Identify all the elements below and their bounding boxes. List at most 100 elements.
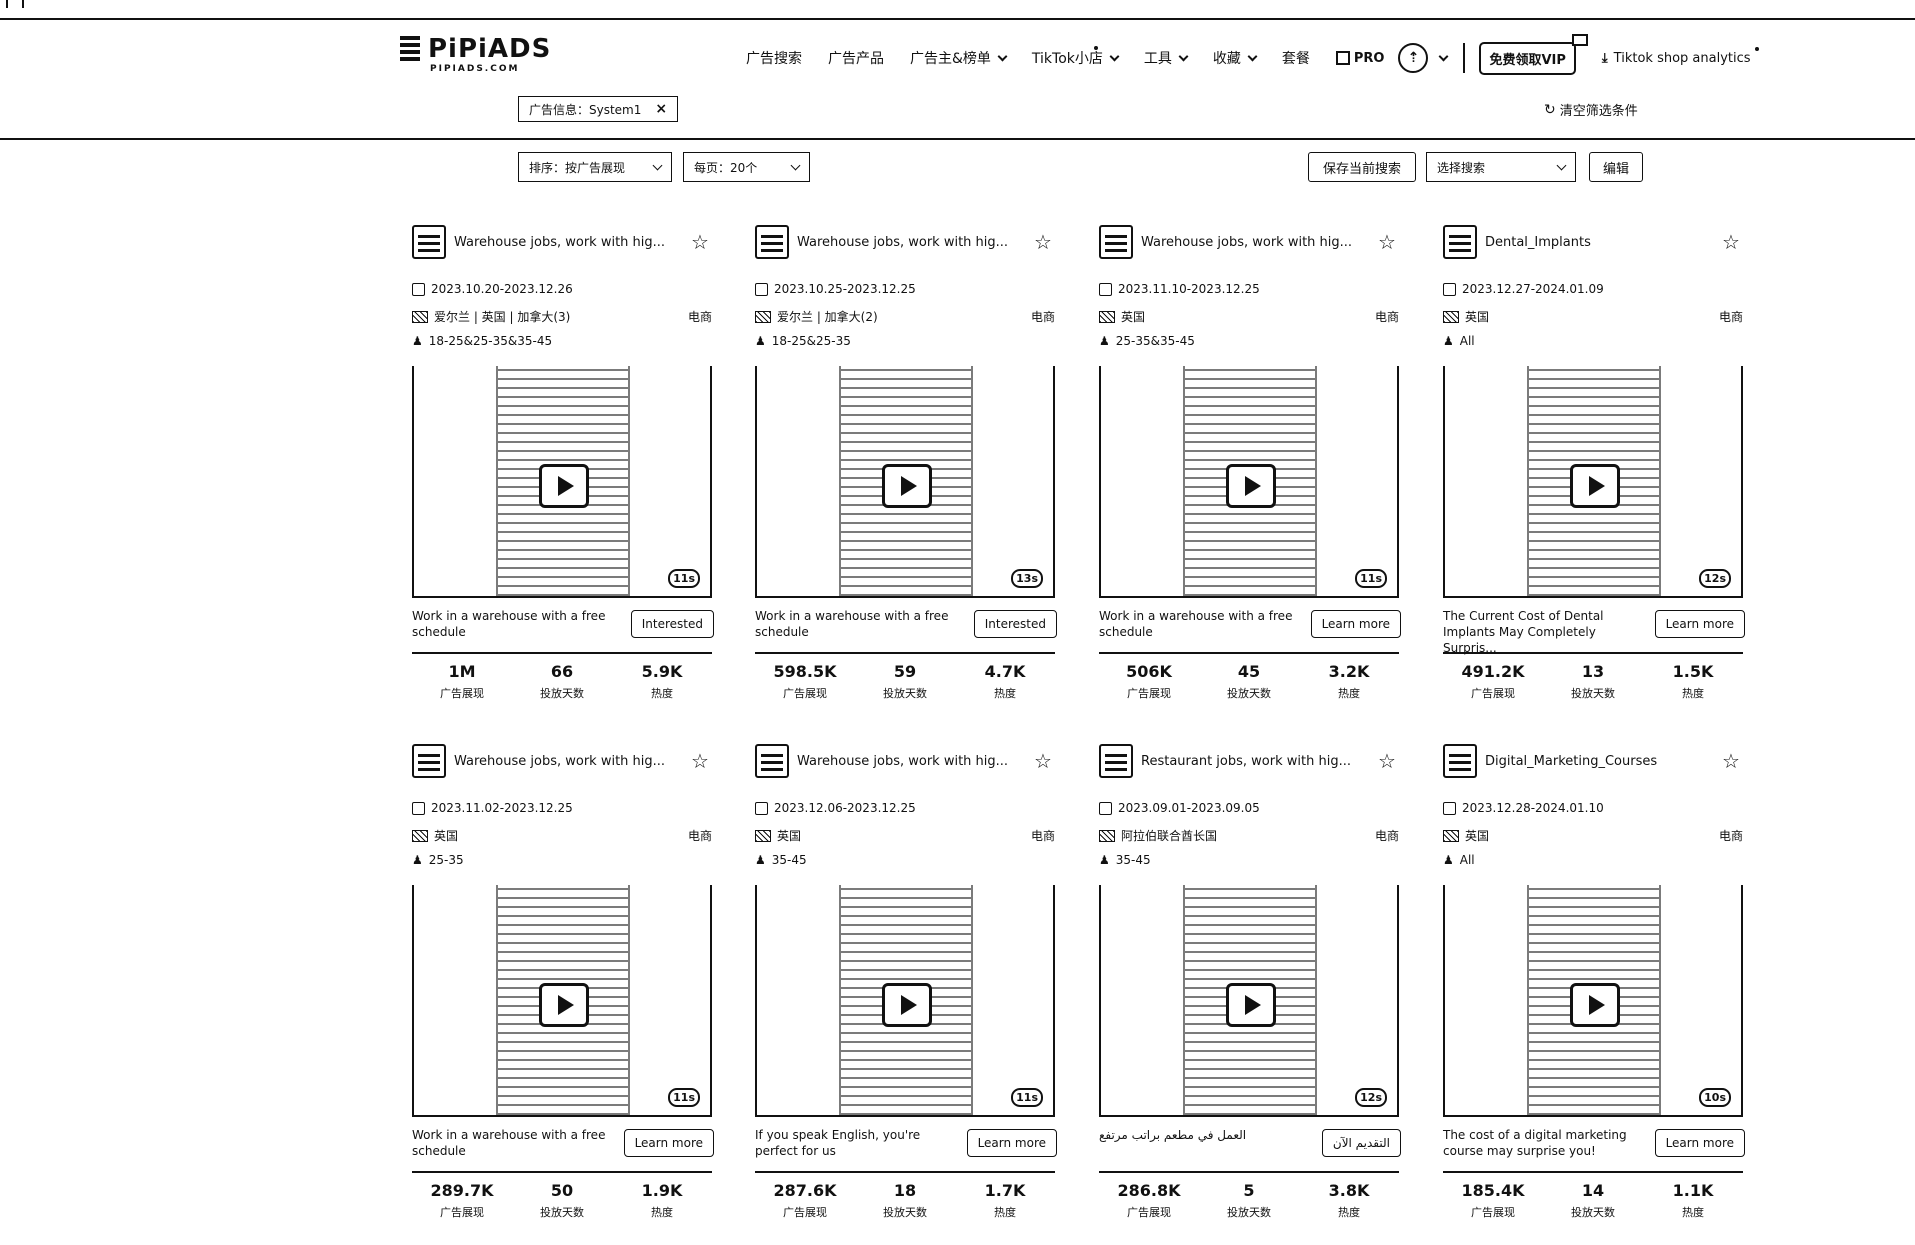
age-range: All — [1459, 334, 1475, 348]
ad-card[interactable]: Dental_Implants ☆ 2023.12.27-2024.01.09 英国 电… — [1443, 222, 1745, 722]
star-icon[interactable]: ☆ — [1375, 230, 1399, 254]
advertiser-avatar[interactable] — [1443, 744, 1477, 778]
tiktok-shop-analytics-link[interactable]: ⤓ Tiktok shop analytics — [1602, 46, 1759, 66]
play-icon[interactable] — [539, 464, 589, 508]
stat-value: 5 — [1243, 1181, 1255, 1200]
cta-button[interactable]: Learn more — [1654, 1129, 1745, 1157]
clear-filters-button[interactable]: ↻ 清空筛选条件 — [1544, 100, 1638, 120]
cta-button[interactable]: Learn more — [1654, 610, 1745, 638]
advertiser-avatar[interactable] — [755, 225, 789, 259]
star-icon[interactable]: ☆ — [1719, 749, 1743, 773]
edit-button[interactable]: 编辑 — [1589, 152, 1643, 182]
star-icon[interactable]: ☆ — [1031, 749, 1055, 773]
chevron-down-icon[interactable] — [1439, 51, 1449, 61]
nav-favorites[interactable]: 收藏 — [1213, 48, 1258, 68]
ad-title[interactable]: Dental_Implants — [1485, 235, 1719, 250]
advertiser-avatar[interactable] — [412, 225, 446, 259]
cta-button[interactable]: Learn more — [966, 1129, 1057, 1157]
ad-card[interactable]: Warehouse jobs, work with hig... ☆ 2023.10… — [755, 222, 1057, 722]
date-row: 2023.11.10-2023.12.25 — [1099, 282, 1399, 296]
flag-icon — [412, 829, 428, 842]
nav-advertisers[interactable]: 广告主&榜单 — [910, 48, 1008, 68]
cta-button[interactable]: Learn more — [1310, 610, 1401, 638]
per-page-select[interactable]: 每页：20个 — [683, 152, 810, 182]
cta-button[interactable]: Interested — [630, 610, 714, 638]
pro-link[interactable]: PRO — [1335, 51, 1384, 66]
ad-card[interactable]: Warehouse jobs, work with hig... ☆ 2023.11… — [1099, 222, 1401, 722]
advertiser-avatar[interactable] — [1443, 225, 1477, 259]
avatar[interactable]: ⇡ — [1398, 43, 1429, 73]
date-row: 2023.12.06-2023.12.25 — [755, 801, 1055, 815]
advertiser-avatar[interactable] — [1099, 744, 1133, 778]
star-icon[interactable]: ☆ — [1375, 749, 1399, 773]
nav-tiktok-shop[interactable]: TikTok小店 — [1032, 46, 1120, 68]
ad-title[interactable]: Warehouse jobs, work with hig... — [1141, 235, 1375, 250]
ad-title[interactable]: Warehouse jobs, work with hig... — [797, 754, 1031, 769]
cta-button[interactable]: Interested — [973, 610, 1057, 638]
ad-caption: The Current Cost of Dental Implants May … — [1443, 609, 1604, 655]
cta-button[interactable]: التقديم الآن — [1321, 1129, 1401, 1157]
stat-label: 投放天数 — [883, 1206, 927, 1219]
play-icon[interactable] — [1226, 983, 1276, 1027]
divider — [755, 652, 1055, 654]
sort-select[interactable]: 排序：按广告展现 — [518, 152, 672, 182]
age-range: 35-45 — [771, 853, 807, 867]
star-icon[interactable]: ☆ — [688, 749, 712, 773]
region: 英国 — [777, 829, 802, 843]
ad-title[interactable]: Warehouse jobs, work with hig... — [454, 235, 688, 250]
chevron-down-icon — [652, 160, 663, 170]
region: 英国 — [1465, 829, 1490, 843]
ad-title[interactable]: Warehouse jobs, work with hig... — [454, 754, 688, 769]
save-search-button[interactable]: 保存当前搜索 — [1308, 152, 1416, 182]
star-icon[interactable]: ☆ — [688, 230, 712, 254]
choose-search-select[interactable]: 选择搜索 — [1426, 152, 1576, 182]
play-icon[interactable] — [1570, 983, 1620, 1027]
nav-label: 广告搜索 — [746, 51, 802, 67]
free-vip-button[interactable]: 免费领取VIP — [1479, 33, 1588, 75]
video-preview[interactable]: 11s — [412, 885, 712, 1117]
advertiser-avatar[interactable] — [1099, 225, 1133, 259]
nav-ad-products[interactable]: 广告产品 — [828, 48, 884, 68]
nav-plans[interactable]: 套餐 — [1282, 48, 1310, 68]
ad-card[interactable]: Digital_Marketing_Courses ☆ 2023.12.28-202… — [1443, 741, 1745, 1241]
video-preview[interactable]: 10s — [1443, 885, 1743, 1117]
stat-heat: 1.5K 热度 — [1643, 662, 1743, 701]
stats-row: 287.6K 广告展现 18 投放天数 1.7K 热度 — [755, 1181, 1055, 1220]
main-nav: 广告搜索 广告产品 广告主&榜单 TikTok小店 工具 收藏 套餐 PRO ⇡… — [746, 33, 1759, 78]
video-preview[interactable]: 11s — [755, 885, 1055, 1117]
play-icon[interactable] — [1226, 464, 1276, 508]
ad-card[interactable]: Warehouse jobs, work with hig... ☆ 2023.11… — [412, 741, 714, 1241]
advertiser-avatar[interactable] — [755, 744, 789, 778]
cta-button[interactable]: Learn more — [623, 1129, 714, 1157]
play-icon[interactable] — [1570, 464, 1620, 508]
stat-impressions: 491.2K 广告展现 — [1443, 662, 1543, 701]
stat-label: 广告展现 — [1127, 687, 1171, 700]
play-icon[interactable] — [882, 464, 932, 508]
close-icon[interactable]: × — [655, 101, 667, 117]
region-row: 英国 电商 — [1443, 827, 1743, 844]
video-preview[interactable]: 12s — [1099, 885, 1399, 1117]
play-icon[interactable] — [882, 983, 932, 1027]
video-preview[interactable]: 11s — [412, 366, 712, 598]
nav-tools[interactable]: 工具 — [1144, 48, 1189, 68]
ad-title[interactable]: Warehouse jobs, work with hig... — [797, 235, 1031, 250]
video-preview[interactable]: 12s — [1443, 366, 1743, 598]
divider — [755, 1171, 1055, 1173]
video-preview[interactable]: 11s — [1099, 366, 1399, 598]
pipiads-logo[interactable]: PiPiADS PIPIADS.COM — [400, 34, 550, 76]
age-range: 18-25&25-35&35-45 — [428, 334, 553, 348]
video-preview[interactable]: 13s — [755, 366, 1055, 598]
ad-card[interactable]: Warehouse jobs, work with hig... ☆ 2023.10… — [412, 222, 714, 722]
audience-row: ♟ 35-45 — [755, 853, 1055, 867]
ad-card[interactable]: Restaurant jobs, work with hig... ☆ 2023.0… — [1099, 741, 1401, 1241]
star-icon[interactable]: ☆ — [1719, 230, 1743, 254]
star-icon[interactable]: ☆ — [1031, 230, 1055, 254]
ad-title[interactable]: Digital_Marketing_Courses — [1485, 754, 1719, 769]
nav-ad-search[interactable]: 广告搜索 — [746, 48, 802, 68]
ad-card[interactable]: Warehouse jobs, work with hig... ☆ 2023.12… — [755, 741, 1057, 1241]
ad-title[interactable]: Restaurant jobs, work with hig... — [1141, 754, 1375, 769]
divider — [1443, 1171, 1743, 1173]
advertiser-avatar[interactable] — [412, 744, 446, 778]
play-icon[interactable] — [539, 983, 589, 1027]
calendar-icon — [1443, 282, 1456, 296]
